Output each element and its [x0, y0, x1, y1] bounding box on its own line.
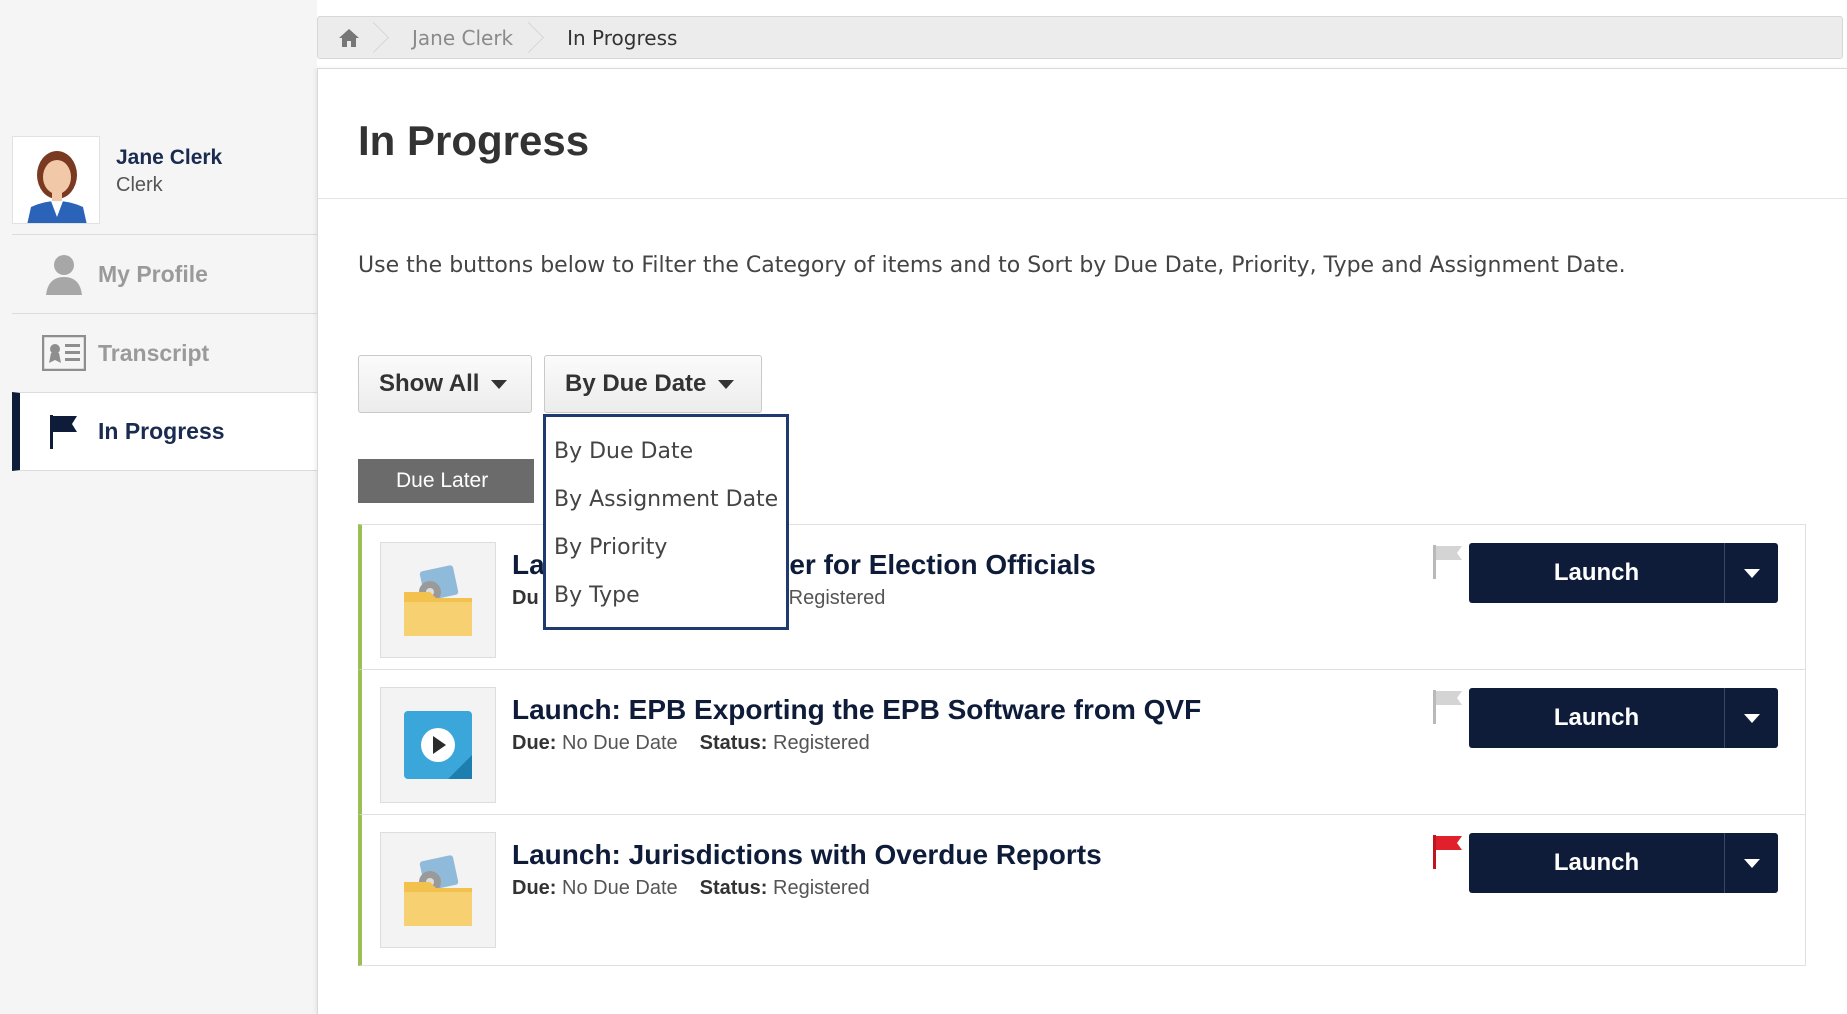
flag-icon: [42, 410, 86, 454]
profile-summary: Jane Clerk Clerk: [12, 136, 222, 224]
folder-media-icon: [404, 565, 472, 636]
due-label: Due:: [512, 877, 557, 899]
due-value: No Due Date: [562, 732, 678, 754]
title-divider: [318, 198, 1847, 199]
avatar-image: [13, 137, 99, 223]
transcript-icon: [42, 331, 86, 375]
page-title: In Progress: [358, 117, 590, 164]
launch-options-button[interactable]: [1724, 688, 1778, 748]
chevron-down-icon: [1743, 568, 1760, 578]
home-icon: [339, 28, 359, 47]
learning-item-card: Launch: Jurisdictions with Overdue Repor…: [358, 814, 1806, 966]
sidebar-item-transcript[interactable]: Transcript: [12, 313, 317, 392]
sort-option-due-date[interactable]: By Due Date: [546, 427, 786, 475]
item-meta: Due: No Due Date Status: Registered: [512, 732, 870, 755]
sort-dropdown-menu: By Due Date By Assignment Date By Priori…: [543, 414, 789, 630]
item-thumbnail[interactable]: [380, 687, 496, 803]
profile-text: Jane Clerk Clerk: [116, 146, 222, 197]
profile-name[interactable]: Jane Clerk: [116, 146, 222, 170]
chevron-down-icon: [1743, 858, 1760, 868]
item-title-right: tter for Election Officials: [770, 549, 1096, 580]
flag-icon[interactable]: [1430, 688, 1466, 724]
avatar[interactable]: [12, 136, 100, 224]
launch-button[interactable]: Launch: [1469, 688, 1724, 748]
sidebar-item-my-profile[interactable]: My Profile: [12, 234, 317, 313]
launch-button-group: Launch: [1469, 688, 1778, 748]
flag-icon[interactable]: [1430, 543, 1466, 579]
instructions-text: Use the buttons below to Filter the Cate…: [358, 253, 1626, 278]
sort-button-label: By Due Date: [565, 370, 707, 397]
flag-icon[interactable]: [1430, 833, 1466, 869]
item-title[interactable]: Launch: Jurisdictions with Overdue Repor…: [512, 839, 1102, 871]
item-thumbnail[interactable]: [380, 832, 496, 948]
launch-button[interactable]: Launch: [1469, 833, 1724, 893]
chevron-down-icon: [718, 379, 735, 389]
sort-option-assignment-date[interactable]: By Assignment Date: [546, 475, 786, 523]
group-header-due-later: Due Later: [358, 459, 534, 503]
launch-options-button[interactable]: [1724, 543, 1778, 603]
folder-media-icon: [404, 855, 472, 926]
status-label: Status:: [699, 877, 768, 899]
due-label: Du: [512, 587, 539, 609]
breadcrumb-user[interactable]: Jane Clerk: [380, 17, 535, 58]
breadcrumb-home[interactable]: [318, 17, 380, 58]
sidebar-item-label: In Progress: [98, 418, 225, 444]
due-value: No Due Date: [562, 877, 678, 899]
learning-item-card: Launch: EPB Exporting the EPB Software f…: [358, 669, 1806, 821]
item-title-left: La: [512, 549, 545, 580]
launch-button[interactable]: Launch: [1469, 543, 1724, 603]
breadcrumb-current: In Progress: [567, 25, 678, 50]
profile-role: Clerk: [116, 174, 163, 196]
item-meta: Due: No Due Date Status: Registered: [512, 877, 870, 900]
sort-option-type[interactable]: By Type: [546, 571, 786, 619]
status-value: Registered: [773, 732, 870, 754]
show-all-filter-button[interactable]: Show All: [358, 355, 532, 413]
item-title[interactable]: Launch: EPB Exporting the EPB Software f…: [512, 694, 1201, 726]
chevron-down-icon: [491, 379, 508, 389]
item-thumbnail[interactable]: [380, 542, 496, 658]
play-video-icon: [404, 711, 472, 779]
launch-button-group: Launch: [1469, 833, 1778, 893]
launch-button-group: Launch: [1469, 543, 1778, 603]
status-value: Registered: [788, 587, 886, 609]
due-label: Due:: [512, 732, 557, 754]
status-value: Registered: [773, 877, 870, 899]
sidebar-item-label: Transcript: [98, 339, 210, 366]
chevron-down-icon: [1743, 713, 1760, 723]
sidebar-item-in-progress[interactable]: In Progress: [12, 392, 317, 471]
breadcrumb: Jane Clerk In Progress: [317, 16, 1843, 59]
sort-by-button[interactable]: By Due Date: [544, 355, 762, 413]
user-icon: [42, 252, 86, 296]
filter-button-label: Show All: [379, 370, 480, 397]
status-label: Status:: [699, 732, 768, 754]
sidebar-nav: My Profile Transcript In Progress: [12, 234, 317, 471]
sidebar-item-label: My Profile: [98, 260, 208, 287]
launch-options-button[interactable]: [1724, 833, 1778, 893]
sort-option-priority[interactable]: By Priority: [546, 523, 786, 571]
